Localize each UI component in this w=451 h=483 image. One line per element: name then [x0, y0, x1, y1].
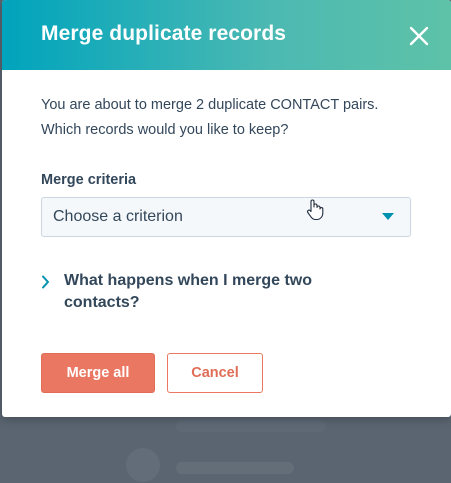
caret-down-icon: [382, 213, 394, 220]
close-icon: [409, 26, 429, 46]
background-text-line: [176, 462, 294, 474]
dialog-title: Merge duplicate records: [41, 22, 287, 45]
description-line: You are about to merge 2 duplicate CONTA…: [41, 97, 379, 113]
close-button[interactable]: [402, 19, 436, 53]
description-line: Which records would you like to keep?: [41, 122, 289, 138]
dialog-header: Merge duplicate records: [2, 0, 451, 70]
background-text-line: [176, 420, 326, 432]
select-value: Choose a criterion: [53, 208, 183, 225]
cancel-button[interactable]: Cancel: [167, 353, 263, 393]
merge-criteria-select[interactable]: Choose a criterion: [41, 197, 411, 237]
merge-dialog: Merge duplicate records You are about to…: [2, 0, 451, 417]
background-avatar: [126, 448, 160, 482]
dialog-description: You are about to merge 2 duplicate CONTA…: [41, 93, 421, 143]
accordion-label: What happens when I merge two contacts?: [64, 272, 313, 311]
hand-pointer-cursor: [307, 199, 324, 221]
merge-criteria-label: Merge criteria: [41, 172, 137, 188]
merge-all-button[interactable]: Merge all: [41, 353, 155, 393]
chevron-right-icon: [42, 275, 49, 289]
